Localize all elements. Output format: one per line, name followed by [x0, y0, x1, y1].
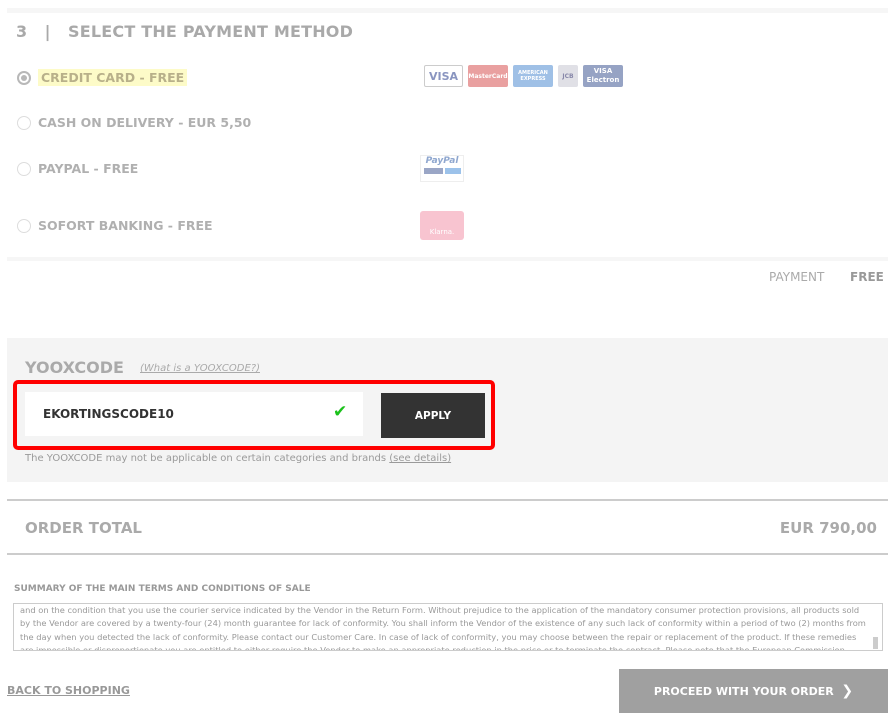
section-title: 3 | SELECT THE PAYMENT METHOD	[16, 22, 354, 41]
klarna-logo: Klarna.	[420, 211, 464, 240]
back-to-shopping-link[interactable]: BACK TO SHOPPING	[7, 684, 130, 697]
order-total-label: ORDER TOTAL	[25, 519, 142, 537]
radio[interactable]	[17, 115, 31, 130]
visa-electron-logo: VISA Electron	[583, 65, 623, 87]
terms-title: SUMMARY OF THE MAIN TERMS AND CONDITIONS…	[14, 584, 311, 594]
payment-value: FREE	[850, 270, 884, 284]
radio[interactable]	[17, 218, 31, 233]
chevron-right-icon: ❯	[841, 683, 854, 699]
amex-logo: AMERICAN EXPRESS	[513, 65, 553, 87]
proceed-button[interactable]: PROCEED WITH YOUR ORDER ❯	[619, 669, 888, 713]
see-details-link[interactable]: (see details)	[389, 453, 451, 464]
terms-textarea[interactable]: and on the condition that you use the co…	[13, 603, 883, 651]
option-label: CREDIT CARD - FREE	[38, 69, 188, 86]
apply-button[interactable]: APPLY	[381, 393, 485, 438]
option-label: CASH ON DELIVERY - EUR 5,50	[38, 115, 252, 130]
proceed-label: PROCEED WITH YOUR ORDER	[653, 685, 834, 698]
payment-option-credit-card[interactable]: CREDIT CARD - FREE	[17, 69, 188, 86]
order-total-value: EUR 790,00	[779, 519, 877, 537]
option-label: PAYPAL - FREE	[38, 161, 139, 176]
top-divider	[7, 8, 888, 13]
payment-option-sofort[interactable]: SOFORT BANKING - FREE	[17, 218, 213, 233]
check-icon: ✔	[333, 402, 348, 422]
divider	[7, 257, 888, 261]
divider	[7, 553, 888, 555]
payment-option-cash-on-delivery[interactable]: CASH ON DELIVERY - EUR 5,50	[17, 115, 251, 130]
payment-label: PAYMENT	[769, 270, 825, 284]
terms-scrollbar[interactable]	[873, 637, 878, 649]
yooxcode-note: The YOOXCODE may not be applicable on ce…	[25, 453, 452, 464]
option-label: SOFORT BANKING - FREE	[38, 218, 213, 233]
what-is-yooxcode-link[interactable]: (What is a YOOXCODE?)	[140, 363, 260, 374]
radio-selected[interactable]	[17, 70, 31, 85]
payment-option-paypal[interactable]: PAYPAL - FREE	[17, 161, 138, 176]
jcb-logo: JCB	[558, 65, 578, 87]
visa-logo: VISA	[424, 65, 463, 87]
yooxcode-title: YOOXCODE	[25, 358, 124, 377]
yooxcode-input[interactable]	[25, 392, 363, 436]
divider	[7, 499, 888, 501]
radio[interactable]	[17, 161, 31, 176]
paypal-logo: PayPal	[420, 155, 464, 182]
mastercard-logo: MasterCard	[468, 65, 508, 87]
